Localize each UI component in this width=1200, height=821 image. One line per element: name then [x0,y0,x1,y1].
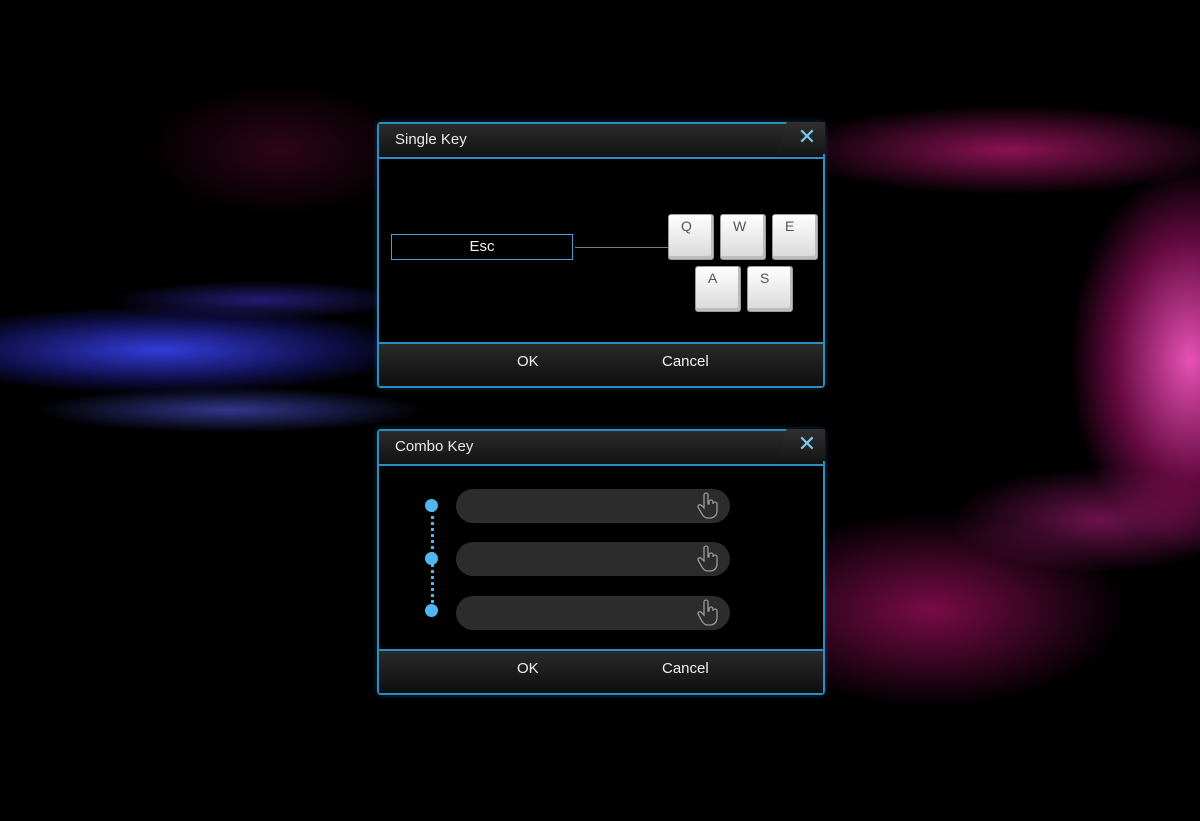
keycap-e[interactable]: E [772,214,818,260]
single-key-dialog: Single Key ✕ Esc Q W E A S OK Cancel [377,122,825,388]
keycap-w[interactable]: W [720,214,766,260]
chain-node [425,604,438,617]
combo-key-title: Combo Key [395,438,474,455]
cancel-button[interactable]: Cancel [658,660,713,677]
combo-key-footer: OK Cancel [379,649,823,693]
keycap-s[interactable]: S [747,266,793,312]
connector-line [575,247,669,248]
single-key-title: Single Key [395,131,467,148]
chain-node [425,552,438,565]
close-icon[interactable]: ✕ [795,431,819,457]
keycap-a[interactable]: A [695,266,741,312]
keycap-q[interactable]: Q [668,214,714,260]
key-assignment-field[interactable]: Esc [391,234,573,260]
ok-button[interactable]: OK [513,353,543,370]
combo-key-dialog: Combo Key ✕ OK Cancel [377,429,825,695]
hand-pointer-icon [697,545,718,572]
close-icon[interactable]: ✕ [795,124,819,150]
single-key-titlebar: Single Key ✕ [379,122,825,159]
hand-pointer-icon [697,492,718,519]
chain-node [425,499,438,512]
combo-slot-3[interactable] [456,596,730,630]
single-key-footer: OK Cancel [379,342,823,386]
hand-pointer-icon [697,599,718,626]
combo-key-titlebar: Combo Key ✕ [379,429,825,466]
close-tab: ✕ [777,429,825,461]
combo-slot-2[interactable] [456,542,730,576]
cancel-button[interactable]: Cancel [658,353,713,370]
close-tab: ✕ [777,122,825,154]
combo-slot-1[interactable] [456,489,730,523]
ok-button[interactable]: OK [513,660,543,677]
